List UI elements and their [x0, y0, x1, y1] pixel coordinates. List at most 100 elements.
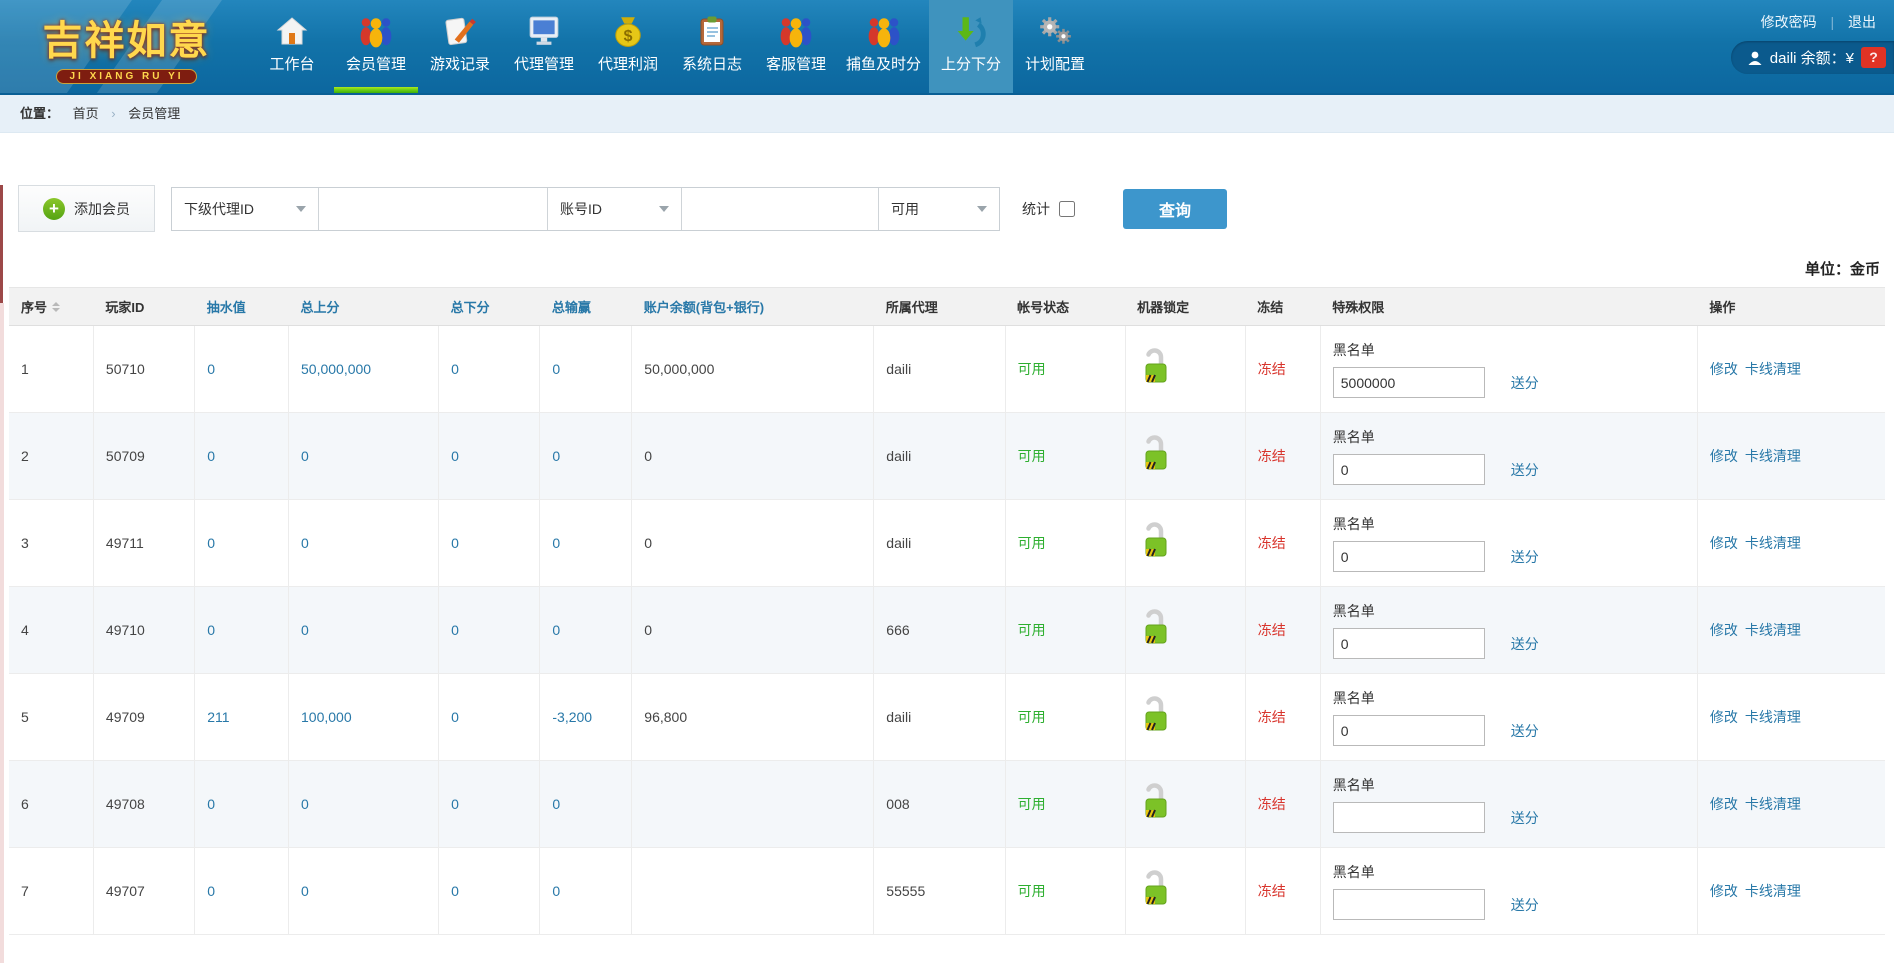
- total-up-link[interactable]: 0: [301, 622, 309, 638]
- freeze-link[interactable]: 冻结: [1258, 361, 1286, 377]
- stat-checkbox[interactable]: [1059, 201, 1075, 217]
- lock-open-icon[interactable]: [1138, 782, 1172, 827]
- clear-line-link[interactable]: 卡线清理: [1745, 883, 1801, 899]
- total-winloss-link[interactable]: -3,200: [552, 709, 592, 725]
- modify-link[interactable]: 修改: [1710, 796, 1738, 812]
- score-input[interactable]: [1333, 454, 1485, 485]
- total-up-link[interactable]: 0: [301, 535, 309, 551]
- agent-id-select[interactable]: 下级代理ID: [172, 188, 319, 230]
- column-header-3[interactable]: 抽水值: [195, 288, 289, 326]
- nav-item-5[interactable]: $代理利润: [586, 0, 670, 93]
- balance-refresh-badge[interactable]: ?: [1861, 47, 1886, 68]
- clear-line-link[interactable]: 卡线清理: [1745, 796, 1801, 812]
- blacklist-link[interactable]: 黑名单: [1333, 777, 1375, 793]
- blacklist-link[interactable]: 黑名单: [1333, 429, 1375, 445]
- pump-value-link[interactable]: 0: [207, 796, 215, 812]
- clear-line-link[interactable]: 卡线清理: [1745, 361, 1801, 377]
- blacklist-link[interactable]: 黑名单: [1333, 603, 1375, 619]
- breadcrumb-home-link[interactable]: 首页: [73, 106, 99, 121]
- total-up-link[interactable]: 100,000: [301, 709, 352, 725]
- total-down-link[interactable]: 0: [451, 622, 459, 638]
- search-button[interactable]: 查询: [1123, 189, 1227, 229]
- total-up-link[interactable]: 50,000,000: [301, 361, 371, 377]
- total-winloss-link[interactable]: 0: [552, 796, 560, 812]
- pump-value-link[interactable]: 211: [207, 709, 229, 725]
- freeze-link[interactable]: 冻结: [1258, 535, 1286, 551]
- modify-link[interactable]: 修改: [1710, 883, 1738, 899]
- lock-open-icon[interactable]: [1138, 695, 1172, 740]
- nav-item-8[interactable]: 捕鱼及时分: [838, 0, 929, 93]
- score-input[interactable]: [1333, 367, 1485, 398]
- column-header-4[interactable]: 总上分: [289, 288, 439, 326]
- total-down-link[interactable]: 0: [451, 361, 459, 377]
- change-password-link[interactable]: 修改密码: [1761, 14, 1817, 30]
- total-down-link[interactable]: 0: [451, 535, 459, 551]
- score-input[interactable]: [1333, 541, 1485, 572]
- clear-line-link[interactable]: 卡线清理: [1745, 535, 1801, 551]
- pump-value-link[interactable]: 0: [207, 361, 215, 377]
- lock-open-icon[interactable]: [1138, 434, 1172, 479]
- total-down-link[interactable]: 0: [451, 796, 459, 812]
- sort-arrows-icon[interactable]: [52, 302, 60, 312]
- nav-item-4[interactable]: 代理管理: [502, 0, 586, 93]
- freeze-link[interactable]: 冻结: [1258, 883, 1286, 899]
- freeze-link[interactable]: 冻结: [1258, 622, 1286, 638]
- total-up-link[interactable]: 0: [301, 883, 309, 899]
- blacklist-link[interactable]: 黑名单: [1333, 864, 1375, 880]
- pump-value-link[interactable]: 0: [207, 535, 215, 551]
- score-input[interactable]: [1333, 715, 1485, 746]
- send-score-link[interactable]: 送分: [1511, 547, 1539, 567]
- lock-open-icon[interactable]: [1138, 347, 1172, 392]
- blacklist-link[interactable]: 黑名单: [1333, 690, 1375, 706]
- nav-item-6[interactable]: 系统日志: [670, 0, 754, 93]
- total-down-link[interactable]: 0: [451, 709, 459, 725]
- send-score-link[interactable]: 送分: [1511, 895, 1539, 915]
- score-input[interactable]: [1333, 889, 1485, 920]
- nav-item-1[interactable]: 工作台: [250, 0, 334, 93]
- logout-link[interactable]: 退出: [1848, 14, 1876, 30]
- blacklist-link[interactable]: 黑名单: [1333, 516, 1375, 532]
- freeze-link[interactable]: 冻结: [1258, 796, 1286, 812]
- lock-open-icon[interactable]: [1138, 521, 1172, 566]
- column-header-6[interactable]: 总输赢: [540, 288, 632, 326]
- pump-value-link[interactable]: 0: [207, 622, 215, 638]
- clear-line-link[interactable]: 卡线清理: [1745, 709, 1801, 725]
- total-up-link[interactable]: 0: [301, 448, 309, 464]
- score-input[interactable]: [1333, 628, 1485, 659]
- lock-open-icon[interactable]: [1138, 608, 1172, 653]
- send-score-link[interactable]: 送分: [1511, 460, 1539, 480]
- modify-link[interactable]: 修改: [1710, 448, 1738, 464]
- column-header-5[interactable]: 总下分: [439, 288, 540, 326]
- pump-value-link[interactable]: 0: [207, 883, 215, 899]
- agent-id-input[interactable]: [319, 188, 547, 230]
- total-down-link[interactable]: 0: [451, 448, 459, 464]
- clear-line-link[interactable]: 卡线清理: [1745, 448, 1801, 464]
- score-input[interactable]: [1333, 802, 1485, 833]
- lock-open-icon[interactable]: [1138, 869, 1172, 914]
- add-member-button[interactable]: + 添加会员: [18, 185, 155, 232]
- modify-link[interactable]: 修改: [1710, 361, 1738, 377]
- column-header-1[interactable]: 序号: [9, 288, 93, 326]
- total-winloss-link[interactable]: 0: [552, 883, 560, 899]
- modify-link[interactable]: 修改: [1710, 535, 1738, 551]
- column-header-7[interactable]: 账户余额(背包+银行): [632, 288, 874, 326]
- nav-item-9[interactable]: 上分下分: [929, 0, 1013, 93]
- freeze-link[interactable]: 冻结: [1258, 709, 1286, 725]
- total-winloss-link[interactable]: 0: [552, 622, 560, 638]
- send-score-link[interactable]: 送分: [1511, 373, 1539, 393]
- account-id-select[interactable]: 账号ID: [548, 188, 682, 230]
- total-winloss-link[interactable]: 0: [552, 361, 560, 377]
- modify-link[interactable]: 修改: [1710, 622, 1738, 638]
- send-score-link[interactable]: 送分: [1511, 721, 1539, 741]
- modify-link[interactable]: 修改: [1710, 709, 1738, 725]
- nav-item-7[interactable]: 客服管理: [754, 0, 838, 93]
- account-id-input[interactable]: [682, 188, 878, 230]
- nav-item-3[interactable]: 游戏记录: [418, 0, 502, 93]
- blacklist-link[interactable]: 黑名单: [1333, 342, 1375, 358]
- nav-item-10[interactable]: 计划配置: [1013, 0, 1097, 93]
- total-up-link[interactable]: 0: [301, 796, 309, 812]
- nav-item-2[interactable]: 会员管理: [334, 0, 418, 93]
- total-winloss-link[interactable]: 0: [552, 448, 560, 464]
- status-select[interactable]: 可用: [879, 188, 999, 230]
- total-down-link[interactable]: 0: [451, 883, 459, 899]
